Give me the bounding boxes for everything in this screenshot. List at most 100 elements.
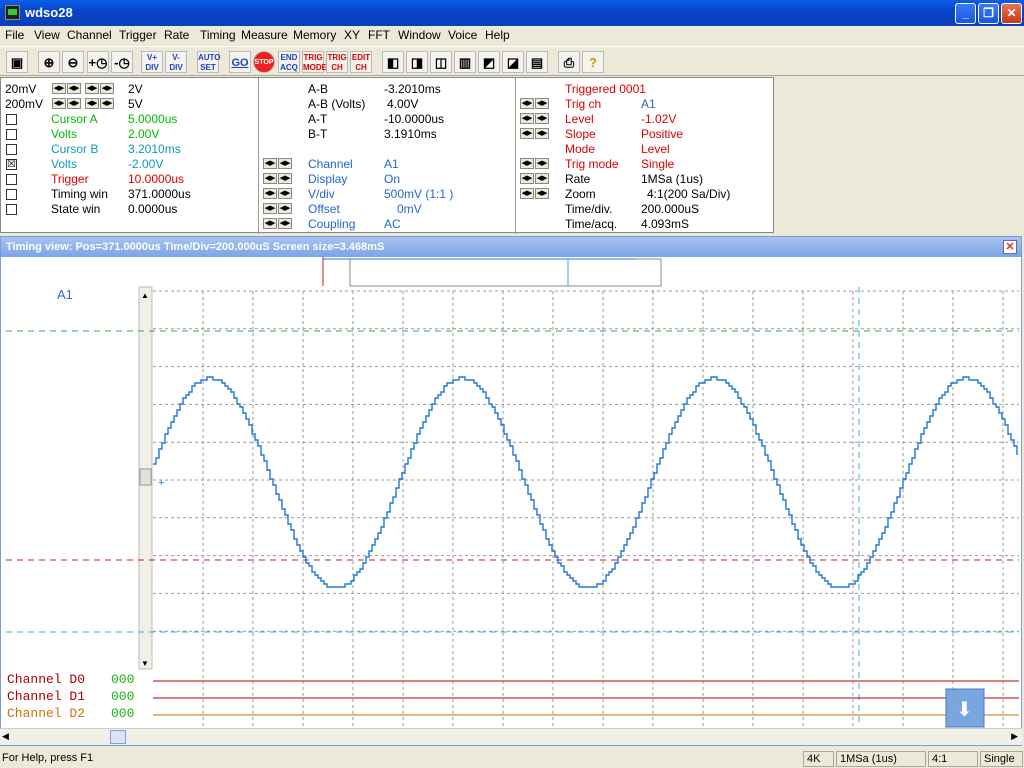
vdiv-spin-left[interactable]: ◀▶	[263, 188, 277, 199]
trig-ch-button[interactable]: TRIG CH	[326, 51, 348, 73]
ch2-range-spin-right[interactable]: ◀▶	[100, 98, 114, 109]
zoom-spin-right[interactable]: ◀▶	[535, 188, 549, 199]
cursor-a-checkbox[interactable]	[6, 114, 17, 125]
display-value: On	[384, 172, 401, 186]
app-icon	[5, 5, 20, 20]
trigch-spin-left[interactable]: ◀▶	[520, 98, 534, 109]
ch2-range-spin-left[interactable]: ◀▶	[85, 98, 99, 109]
trigmode-value: Single	[641, 157, 675, 171]
scroll-up-icon[interactable]: ▲	[141, 291, 149, 300]
zoom-label: Zoom	[565, 187, 596, 201]
menu-rate[interactable]: Rate	[164, 28, 189, 42]
trigch-spin-right[interactable]: ◀▶	[535, 98, 549, 109]
stop-button[interactable]: STOP	[253, 51, 275, 73]
go-button[interactable]: GO	[229, 51, 251, 73]
cursor-a-label: Cursor A	[51, 112, 98, 126]
horizontal-scroll-thumb[interactable]	[110, 730, 126, 744]
ch1-range-spin-left[interactable]: ◀▶	[85, 83, 99, 94]
window-mid-icon[interactable]: ◪	[502, 51, 524, 73]
help-icon[interactable]: ?	[582, 51, 604, 73]
save-icon[interactable]: ▣	[6, 51, 28, 73]
ch2-vdiv-spin-right[interactable]: ◀▶	[67, 98, 81, 109]
zoom-minus-time-icon[interactable]: -◷	[111, 51, 133, 73]
horizontal-scrollbar[interactable]: ◀ ▶	[0, 728, 1022, 745]
menu-memory[interactable]: Memory	[293, 28, 336, 42]
ch1-range-spin-right[interactable]: ◀▶	[100, 83, 114, 94]
offset-spin-left[interactable]: ◀▶	[263, 203, 277, 214]
cursor-ab-icon[interactable]: ◫	[430, 51, 452, 73]
vertical-scroll-thumb[interactable]	[139, 468, 152, 486]
offset-spin-right[interactable]: ◀▶	[278, 203, 292, 214]
window-left-icon[interactable]: ◩	[478, 51, 500, 73]
zoom-spin-left[interactable]: ◀▶	[520, 188, 534, 199]
autoset-button[interactable]: AUTO SET	[197, 51, 221, 73]
menu-help[interactable]: Help	[485, 28, 510, 42]
close-button[interactable]: ✕	[1001, 3, 1022, 24]
menu-fft[interactable]: FFT	[368, 28, 390, 42]
timing-win-checkbox[interactable]	[6, 189, 17, 200]
channel-a1-label: A1	[57, 287, 73, 302]
trigger-checkbox[interactable]	[6, 174, 17, 185]
state-win-checkbox[interactable]	[6, 204, 17, 215]
timing-view-close-icon[interactable]: ✕	[1003, 240, 1017, 254]
menu-voice[interactable]: Voice	[448, 28, 477, 42]
maximize-button[interactable]: ❐	[978, 3, 999, 24]
rate-spin-right[interactable]: ◀▶	[535, 173, 549, 184]
zoom-in-icon[interactable]: ⊕	[38, 51, 60, 73]
display-spin-right[interactable]: ◀▶	[278, 173, 292, 184]
trigmode-spin-right[interactable]: ◀▶	[535, 158, 549, 169]
volts-b-checkbox[interactable]: ☒	[6, 159, 17, 170]
level-spin-right[interactable]: ◀▶	[535, 113, 549, 124]
menu-trigger[interactable]: Trigger	[119, 28, 157, 42]
ch2-vdiv-spin-left[interactable]: ◀▶	[52, 98, 66, 109]
menu-channel[interactable]: Channel	[67, 28, 112, 42]
edit-ch-button[interactable]: EDIT CH	[350, 51, 372, 73]
vminus-div-button[interactable]: V- DIV	[165, 51, 187, 73]
scroll-left-icon[interactable]: ◀	[2, 731, 9, 742]
mode-value: Level	[641, 142, 670, 156]
overview-window[interactable]	[349, 258, 662, 287]
vdiv-spin-right[interactable]: ◀▶	[278, 188, 292, 199]
zoom-out-icon[interactable]: ⊖	[62, 51, 84, 73]
ch1-vdiv-spin-right[interactable]: ◀▶	[67, 83, 81, 94]
trigmode-spin-left[interactable]: ◀▶	[520, 158, 534, 169]
cursor-trig-icon[interactable]: ▥	[454, 51, 476, 73]
menu-window[interactable]: Window	[398, 28, 441, 42]
menu-timing[interactable]: Timing	[200, 28, 236, 42]
cursor-b-checkbox[interactable]	[6, 144, 17, 155]
level-spin-left[interactable]: ◀▶	[520, 113, 534, 124]
print-icon[interactable]: ⎙	[558, 51, 580, 73]
vplus-div-button[interactable]: V+ DIV	[141, 51, 163, 73]
menu-measure[interactable]: Measure	[241, 28, 288, 42]
menu-xy[interactable]: XY	[344, 28, 360, 42]
cursor-b-icon[interactable]: ◨	[406, 51, 428, 73]
slope-spin-right[interactable]: ◀▶	[535, 128, 549, 139]
ab-value: -3.2010ms	[384, 82, 441, 96]
scroll-down-icon[interactable]: ▼	[141, 659, 149, 668]
channel-spin-right[interactable]: ◀▶	[278, 158, 292, 169]
volts-a-checkbox[interactable]	[6, 129, 17, 140]
display-spin-left[interactable]: ◀▶	[263, 173, 277, 184]
ch1-vdiv-spin-left[interactable]: ◀▶	[52, 83, 66, 94]
menu-view[interactable]: View	[34, 28, 60, 42]
scope-display[interactable]: A1 ▲ ▼ + Channel D0 000 Channel D1 000 C…	[1, 257, 1021, 747]
coupling-value: AC	[384, 217, 401, 231]
bt-value: 3.1910ms	[384, 127, 437, 141]
zoom-plus-time-icon[interactable]: +◷	[87, 51, 109, 73]
abv-label: A-B (Volts)	[308, 97, 366, 111]
scroll-right-icon[interactable]: ▶	[1011, 731, 1018, 742]
trig-mode-button[interactable]: TRIG MODE	[302, 51, 327, 73]
coupling-spin-left[interactable]: ◀▶	[263, 218, 277, 229]
menu-file[interactable]: File	[5, 28, 24, 42]
cursor-a-icon[interactable]: ◧	[382, 51, 404, 73]
level-label: Level	[565, 112, 594, 126]
rate-spin-left[interactable]: ◀▶	[520, 173, 534, 184]
slope-spin-left[interactable]: ◀▶	[520, 128, 534, 139]
end-acq-button[interactable]: END ACQ	[278, 51, 300, 73]
window-right-icon[interactable]: ▤	[526, 51, 548, 73]
channel-spin-left[interactable]: ◀▶	[263, 158, 277, 169]
coupling-spin-right[interactable]: ◀▶	[278, 218, 292, 229]
ch2-vdiv: 200mV	[5, 97, 44, 111]
minimize-button[interactable]: _	[955, 3, 976, 24]
timediv-label: Time/div.	[565, 202, 613, 216]
